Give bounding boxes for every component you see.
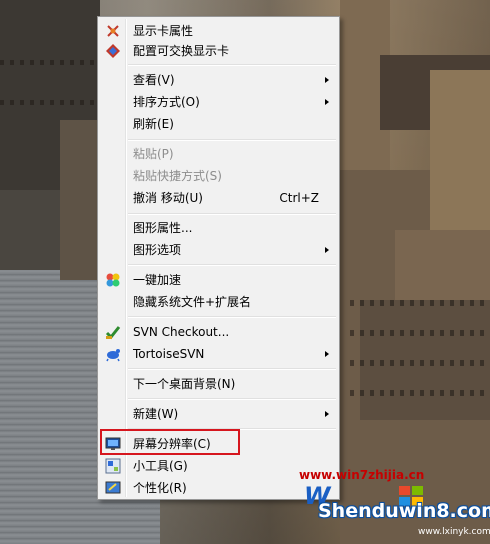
speedup-icon xyxy=(105,272,121,288)
menu-item-paste-shortcut[interactable]: 粘贴快捷方式(S) xyxy=(100,165,337,187)
menu-separator xyxy=(128,139,336,141)
menu-item-graphics-properties[interactable]: 图形属性... xyxy=(100,217,337,239)
menu-item-hide-system-files[interactable]: 隐藏系统文件+扩展名 xyxy=(100,291,337,313)
switchable-graphics-icon xyxy=(105,43,121,59)
watermark-brand: Shenduwin8.com xyxy=(318,500,490,522)
watermark-url-secondary: www.lxinyk.com xyxy=(418,527,490,537)
menu-item-undo-move[interactable]: 撤消 移动(U) Ctrl+Z xyxy=(100,187,337,209)
building-windows xyxy=(350,360,490,366)
building-windows xyxy=(350,330,490,336)
menu-item-view[interactable]: 查看(V) xyxy=(100,69,337,91)
submenu-arrow-icon xyxy=(325,411,329,417)
parliament-wing xyxy=(395,230,490,310)
display-adapter-icon xyxy=(105,23,121,39)
menu-item-refresh[interactable]: 刷新(E) xyxy=(100,113,337,135)
tortoise-icon xyxy=(105,346,121,362)
menu-separator xyxy=(128,398,336,400)
menu-separator xyxy=(128,64,336,66)
menu-item-svn-checkout[interactable]: SVN Checkout... xyxy=(100,321,337,343)
menu-item-new[interactable]: 新建(W) xyxy=(100,403,337,425)
menu-item-next-desktop-background[interactable]: 下一个桌面背景(N) xyxy=(100,373,337,395)
menu-item-display-adapter-properties[interactable]: 显示卡属性 xyxy=(100,20,337,42)
menu-item-tortoisesvn[interactable]: TortoiseSVN xyxy=(100,343,337,365)
menu-item-one-click-speedup[interactable]: 一键加速 xyxy=(100,269,337,291)
building-windows xyxy=(350,390,490,396)
menu-item-sort-by[interactable]: 排序方式(O) xyxy=(100,91,337,113)
screen-resolution-highlight-box xyxy=(100,429,240,455)
submenu-arrow-icon xyxy=(325,351,329,357)
svn-checkout-icon xyxy=(105,324,121,340)
menu-item-switchable-graphics[interactable]: 配置可交换显示卡 xyxy=(100,40,337,62)
menu-separator xyxy=(128,213,336,215)
submenu-arrow-icon xyxy=(325,77,329,83)
submenu-arrow-icon xyxy=(325,99,329,105)
building-windows xyxy=(0,60,100,65)
gadgets-icon xyxy=(105,458,121,474)
personalize-icon xyxy=(105,480,121,496)
building-windows xyxy=(350,300,490,306)
building-windows xyxy=(0,100,100,105)
menu-separator xyxy=(128,368,336,370)
menu-separator xyxy=(128,316,336,318)
submenu-arrow-icon xyxy=(325,247,329,253)
menu-item-graphics-options[interactable]: 图形选项 xyxy=(100,239,337,261)
watermark-url: www.win7zhijia.cn xyxy=(299,468,425,482)
desktop-context-menu: 显示卡属性 配置可交换显示卡 查看(V) 排序方式(O) 刷新(E) 粘贴(P)… xyxy=(97,16,340,500)
menu-item-paste[interactable]: 粘贴(P) xyxy=(100,143,337,165)
menu-separator xyxy=(128,264,336,266)
